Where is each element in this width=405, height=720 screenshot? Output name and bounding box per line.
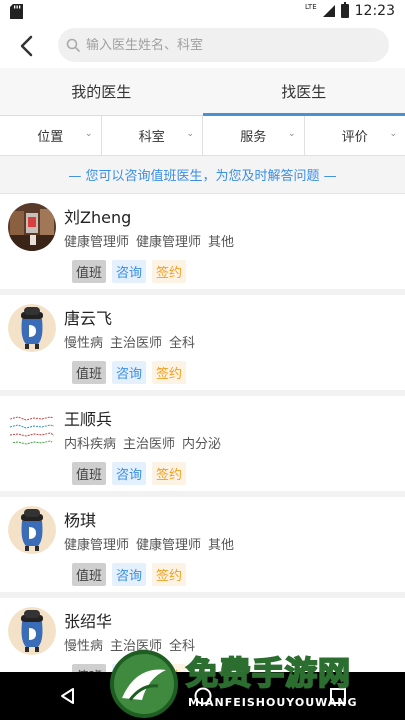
chevron-down-icon: ⌄	[287, 129, 296, 139]
doctor-tags: 内科疾病 主治医师 内分泌	[64, 433, 228, 452]
top-bar	[0, 24, 405, 68]
filter-location[interactable]: 位置 ⌄	[0, 116, 102, 155]
tab-find-doctor[interactable]: 找医生	[202, 68, 405, 116]
circle-home-icon	[194, 687, 211, 705]
status-bar: LTE 12:23	[0, 0, 405, 24]
doctor-tags: 健康管理师 健康管理师 其他	[64, 534, 241, 553]
doctor-tag: 慢性病	[64, 336, 104, 351]
filter-service[interactable]: 服务 ⌄	[203, 116, 305, 155]
doctor-card[interactable]: 刘Zheng 健康管理师 健康管理师 其他 值班 咨询 签约	[0, 194, 405, 295]
triangle-back-icon	[60, 688, 74, 704]
doctor-card[interactable]: 杨琪 健康管理师 健康管理师 其他 值班 咨询 签约	[0, 497, 405, 598]
filter-label: 科室	[138, 130, 165, 145]
doctor-card[interactable]: 唐云飞 慢性病 主治医师 全科 值班 咨询 签约	[0, 295, 405, 396]
doctor-tag: 健康管理师	[64, 235, 130, 250]
sd-card-icon	[10, 4, 23, 19]
consult-badge[interactable]: 咨询	[112, 260, 147, 283]
service-badges: 值班 咨询 签约	[72, 260, 187, 283]
filter-rating[interactable]: 评价 ⌄	[305, 116, 405, 155]
on-duty-badge: 值班	[72, 462, 107, 485]
doctor-tag: 其他	[208, 538, 235, 553]
system-nav-bar	[0, 672, 405, 720]
sign-badge[interactable]: 签约	[152, 462, 187, 485]
doctor-tag: 内分泌	[182, 437, 222, 452]
square-recents-icon	[329, 688, 346, 704]
battery-icon	[340, 2, 349, 18]
nav-recents-button[interactable]	[318, 676, 358, 716]
doctor-name: 杨琪	[64, 511, 97, 530]
tab-my-doctors[interactable]: 我的医生	[0, 68, 203, 115]
on-duty-badge: 值班	[72, 361, 107, 384]
doctor-tag: 内科疾病	[64, 437, 117, 452]
chevron-down-icon: ⌄	[389, 129, 397, 139]
doctor-tag: 主治医师	[110, 639, 163, 654]
doctor-tag: 其他	[208, 235, 235, 250]
service-badges: 值班 咨询 签约	[72, 361, 187, 384]
doctor-tags: 健康管理师 健康管理师 其他	[64, 231, 241, 250]
doctor-tag: 慢性病	[64, 639, 104, 654]
filter-label: 服务	[240, 130, 267, 145]
on-duty-badge: 值班	[72, 260, 107, 283]
doctor-tag: 主治医师	[123, 437, 176, 452]
filter-bar: 位置 ⌄ 科室 ⌄ 服务 ⌄ 评价 ⌄	[0, 116, 405, 156]
chevron-down-icon: ⌄	[84, 129, 93, 139]
network-type: LTE	[305, 2, 317, 11]
on-duty-badge: 值班	[72, 563, 107, 586]
doctor-card[interactable]: 王顺兵 内科疾病 主治医师 内分泌 值班 咨询 签约	[0, 396, 405, 497]
chart-avatar	[8, 405, 56, 453]
doctor-name: 王顺兵	[64, 410, 113, 429]
sign-badge[interactable]: 签约	[152, 361, 187, 384]
doctor-list: 刘Zheng 健康管理师 健康管理师 其他 值班 咨询 签约 唐云飞 慢性病 主治医师…	[0, 194, 405, 699]
doctor-tags: 慢性病 主治医师 全科	[64, 635, 202, 654]
consult-badge[interactable]: 咨询	[112, 462, 147, 485]
doctor-tag: 健康管理师	[136, 235, 202, 250]
doctor-tag: 健康管理师	[64, 538, 130, 553]
consult-badge[interactable]: 咨询	[112, 361, 147, 384]
doctor-tag: 健康管理师	[136, 538, 202, 553]
doctor-tabs: 我的医生 找医生	[0, 68, 405, 116]
search-input[interactable]	[86, 37, 366, 53]
doctor-tag: 主治医师	[110, 336, 163, 351]
filter-department[interactable]: 科室 ⌄	[102, 116, 203, 155]
service-badges: 值班 咨询 签约	[72, 462, 187, 485]
nav-home-button[interactable]	[183, 676, 223, 716]
duty-doctor-notice: — 您可以咨询值班医生，为您及时解答问题 —	[0, 156, 405, 194]
search-box[interactable]	[58, 28, 389, 62]
doctor-tag: 全科	[169, 336, 196, 351]
doctor-tags: 慢性病 主治医师 全科	[64, 332, 202, 351]
signal-icon	[322, 5, 335, 17]
chevron-down-icon: ⌄	[186, 129, 194, 139]
doctor-tag: 全科	[169, 639, 196, 654]
clock: 12:23	[354, 3, 395, 19]
service-badges: 值班 咨询 签约	[72, 563, 187, 586]
doctor-name: 张绍华	[64, 612, 113, 631]
mascot-avatar	[8, 304, 56, 352]
sign-badge[interactable]: 签约	[152, 260, 187, 283]
mascot-avatar	[8, 506, 56, 554]
sign-badge[interactable]: 签约	[152, 563, 187, 586]
doctor-name: 唐云飞	[64, 309, 113, 328]
back-arrow-icon[interactable]	[14, 34, 42, 58]
consult-badge[interactable]: 咨询	[112, 563, 147, 586]
mascot-avatar	[8, 607, 56, 655]
filter-label: 评价	[341, 130, 368, 145]
doctor-photo-avatar	[8, 203, 56, 251]
search-icon	[66, 38, 80, 52]
nav-back-button[interactable]	[48, 676, 88, 716]
filter-label: 位置	[37, 130, 64, 145]
doctor-name: 刘Zheng	[64, 208, 132, 227]
